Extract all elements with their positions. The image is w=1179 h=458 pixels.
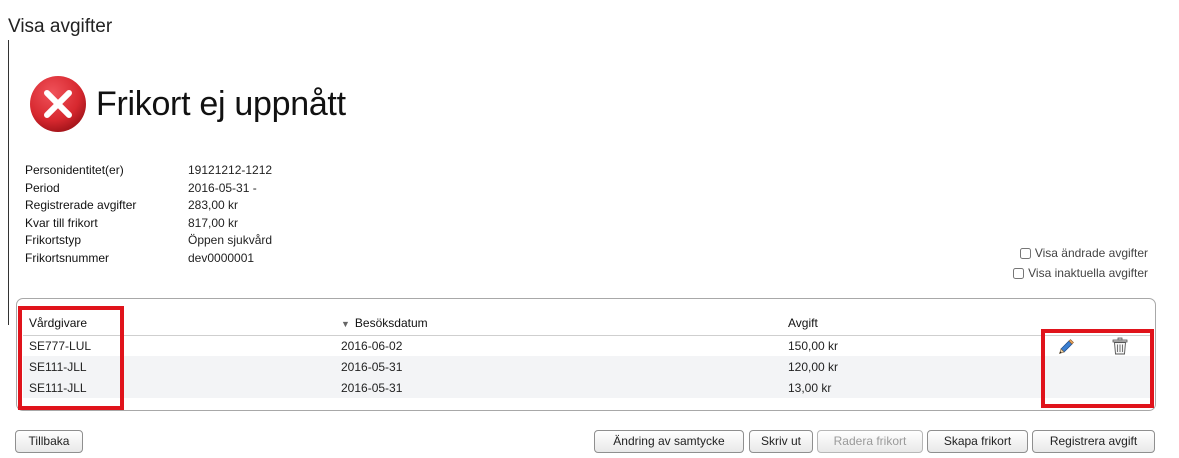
- table-row[interactable]: SE111-JLL 2016-05-31 120,00 kr: [23, 356, 1150, 377]
- sort-descending-icon: ▼: [341, 318, 350, 329]
- status-banner: Frikort ej uppnått: [28, 74, 346, 134]
- highlight-box-provider-column: [18, 306, 124, 410]
- info-value: dev0000001: [188, 250, 255, 265]
- highlight-box-actions-column: [1041, 329, 1154, 408]
- show-inactive-fees-checkbox[interactable]: [1013, 267, 1025, 279]
- cell-fee: 120,00 kr: [782, 356, 1045, 377]
- table-row[interactable]: SE111-JLL 2016-05-31 13,00 kr: [23, 377, 1150, 398]
- column-header-fee[interactable]: Avgift: [782, 311, 1045, 336]
- cell-visit-date: 2016-05-31: [335, 356, 782, 377]
- info-row-period: Period 2016-05-31 -: [25, 180, 272, 198]
- fees-table: Vårdgivare ▼ Besöksdatum Avgift SE777-LUL…: [23, 311, 1150, 398]
- info-value: 283,00 kr: [188, 198, 239, 213]
- show-changed-fees-option[interactable]: Visa ändrade avgifter: [1013, 243, 1148, 263]
- show-inactive-fees-label: Visa inaktuella avgifter: [1028, 266, 1148, 280]
- column-header-visit-date[interactable]: ▼ Besöksdatum: [335, 311, 782, 336]
- info-list: Personidentitet(er) 19121212-1212 Period…: [25, 162, 272, 268]
- info-row-card-type: Frikortstyp Öppen sjukvård: [25, 232, 272, 250]
- column-header-label: Besöksdatum: [354, 315, 428, 330]
- info-label: Registrerade avgifter: [25, 198, 137, 213]
- page-title: Visa avgifter: [8, 16, 113, 37]
- register-fee-button[interactable]: Registrera avgift: [1032, 430, 1155, 453]
- cell-visit-date: 2016-05-31: [335, 377, 782, 398]
- show-inactive-fees-option[interactable]: Visa inaktuella avgifter: [1013, 263, 1148, 283]
- info-label: Frikortstyp: [25, 233, 82, 248]
- info-value: 2016-05-31 -: [188, 180, 257, 195]
- info-row-registered-fees: Registrerade avgifter 283,00 kr: [25, 197, 272, 215]
- info-label: Kvar till frikort: [25, 215, 98, 230]
- column-header-label: Avgift: [788, 315, 818, 330]
- info-label: Personidentitet(er): [25, 163, 124, 177]
- status-text: Frikort ej uppnått: [96, 84, 346, 123]
- fees-table-container: Vårdgivare ▼ Besöksdatum Avgift SE777-LUL…: [16, 298, 1156, 411]
- info-row-person-id: Personidentitet(er) 19121212-1212: [25, 162, 272, 180]
- create-card-button[interactable]: Skapa frikort: [927, 430, 1028, 453]
- consent-change-button[interactable]: Ändring av samtycke: [594, 430, 744, 453]
- info-value: 19121212-1212: [188, 163, 273, 177]
- cell-fee: 150,00 kr: [788, 338, 839, 353]
- filter-checkboxes: Visa ändrade avgifter Visa inaktuella av…: [1013, 243, 1148, 283]
- cell-visit-date: 2016-06-02: [341, 338, 403, 353]
- left-border-line: [8, 40, 9, 325]
- info-value: 817,00 kr: [188, 215, 239, 230]
- info-row-remaining: Kvar till frikort 817,00 kr: [25, 215, 272, 233]
- info-label: Period: [25, 180, 60, 195]
- table-header-row: Vårdgivare ▼ Besöksdatum Avgift: [23, 311, 1150, 336]
- show-changed-fees-checkbox[interactable]: [1019, 247, 1031, 259]
- back-button[interactable]: Tillbaka: [15, 430, 83, 453]
- cell-fee: 13,00 kr: [782, 377, 1045, 398]
- print-button[interactable]: Skriv ut: [749, 430, 813, 453]
- delete-card-button[interactable]: Radera frikort: [817, 430, 923, 453]
- show-changed-fees-label: Visa ändrade avgifter: [1034, 246, 1148, 260]
- table-row[interactable]: SE777-LUL 2016-06-02 150,00 kr: [23, 335, 1150, 356]
- info-label: Frikortsnummer: [25, 250, 110, 265]
- error-x-icon: [30, 76, 86, 132]
- info-value: Öppen sjukvård: [188, 233, 273, 248]
- info-row-card-number: Frikortsnummer dev0000001: [25, 250, 272, 268]
